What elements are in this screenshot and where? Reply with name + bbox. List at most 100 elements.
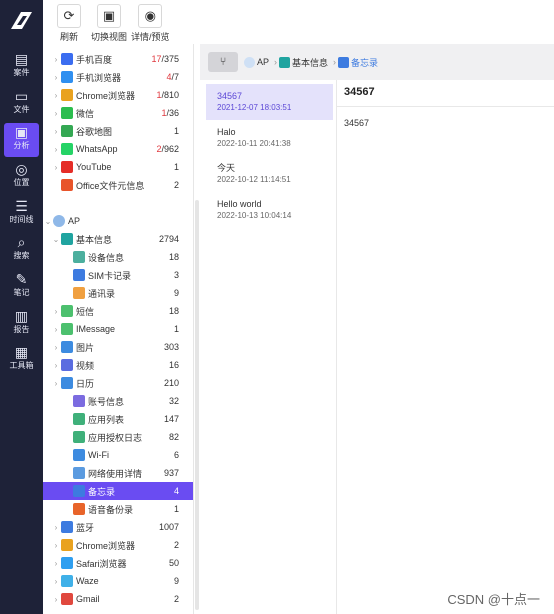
chevron-right-icon[interactable]: ›	[51, 91, 61, 100]
tree-item[interactable]: › IMessage 1	[43, 320, 193, 338]
tree-item[interactable]: › Chrome浏览器 1/810	[43, 86, 193, 104]
rail-item-files[interactable]: ▭ 文件	[0, 87, 43, 121]
chevron-right-icon[interactable]: ›	[51, 541, 61, 550]
tree-item[interactable]: Wi-Fi 6	[43, 446, 193, 464]
tree-item[interactable]: 应用列表 147	[43, 410, 193, 428]
chevron-right-icon[interactable]: ›	[51, 559, 61, 568]
app-icon	[61, 143, 73, 155]
tree-item[interactable]: › 视频 16	[43, 356, 193, 374]
breadcrumb: ⑂ AP › 基本信息 › 备忘录	[200, 44, 554, 80]
app-icon	[61, 161, 73, 173]
tree-item[interactable]: › 日历 210	[43, 374, 193, 392]
tree-item-count: 2794	[158, 234, 179, 244]
tree-item[interactable]: › 手机百度 17/375	[43, 50, 193, 68]
tree-item[interactable]: 网络使用详情 937	[43, 464, 193, 482]
tree-item-label: 视频	[76, 360, 95, 371]
list-item[interactable]: 今天 2022-10-12 11:14:51	[206, 156, 333, 192]
rail-item-notes[interactable]: ✎ 笔记	[0, 270, 43, 304]
tree-scrollbar[interactable]	[195, 200, 199, 610]
tree-item[interactable]: › YouTube 1	[43, 158, 193, 176]
tree-item[interactable]: 备忘录 4	[43, 482, 193, 500]
tree-item-label: IMessage	[76, 324, 116, 334]
location-icon: ◎	[15, 161, 28, 177]
tree-item-label: 图片	[76, 342, 95, 353]
chevron-right-icon[interactable]: ›	[51, 523, 61, 532]
detail-preview-button[interactable]: ◉ 详情/预览	[131, 4, 170, 43]
tree-item[interactable]: ⌄ 基本信息 2794	[43, 230, 193, 248]
tree-item[interactable]: 应用授权日志 82	[43, 428, 193, 446]
tree-item-count: 2	[173, 540, 179, 550]
refresh-button[interactable]: ⟳ 刷新	[57, 4, 81, 43]
chevron-right-icon[interactable]: ›	[51, 361, 61, 370]
list-item[interactable]: Hello world 2022-10-13 10:04:14	[206, 192, 333, 228]
tree-item[interactable]: › Waze 9	[43, 572, 193, 590]
chevron-right-icon[interactable]: ›	[51, 73, 61, 82]
report-icon: ▥	[14, 308, 29, 324]
tree-item-label: 微信	[76, 108, 95, 119]
tree-item[interactable]: 账号信息 32	[43, 392, 193, 410]
tree-item-label: 语音备份录	[88, 504, 134, 515]
tree-item-label: WhatsApp	[76, 144, 118, 154]
tree-item-label: Office文件元信息	[76, 180, 145, 191]
rail-item-search[interactable]: ⌕ 搜索	[0, 233, 43, 267]
rail-item-analysis[interactable]: ▣ 分析	[4, 123, 39, 157]
chevron-down-icon[interactable]: ⌄	[43, 217, 53, 226]
tree-item[interactable]: › 图片 303	[43, 338, 193, 356]
tree-item[interactable]: › 微信 1/36	[43, 104, 193, 122]
watermark: CSDN @十点一	[447, 592, 540, 607]
tree-item[interactable]: Office文件元信息 2	[43, 176, 193, 194]
list-item[interactable]: 34567 2021-12-07 18:03:51	[206, 84, 333, 120]
chevron-right-icon[interactable]: ›	[51, 343, 61, 352]
chevron-right-icon[interactable]: ›	[51, 109, 61, 118]
app-icon	[61, 377, 73, 389]
app-icon	[61, 323, 73, 335]
app-icon	[61, 53, 73, 65]
chevron-right-icon[interactable]: ›	[51, 163, 61, 172]
tree-item-label: 应用授权日志	[88, 432, 143, 443]
tree-item[interactable]: › 蓝牙 1007	[43, 518, 193, 536]
left-rail: ▤ 案件 ▭ 文件 ▣ 分析 ◎ 位置 ☰ 时间线 ⌕ 搜索 ✎ 笔记 ▥ 报告…	[0, 0, 43, 614]
tree-item[interactable]: 设备信息 18	[43, 248, 193, 266]
rail-item-toolbox[interactable]: ▦ 工具箱	[0, 343, 43, 377]
breadcrumb-device[interactable]: AP	[244, 56, 269, 68]
chevron-right-icon[interactable]: ›	[51, 307, 61, 316]
switch-view-button[interactable]: ▣ 切换视图	[91, 4, 127, 43]
app-icon	[61, 233, 73, 245]
tree-item[interactable]: › WhatsApp 2/962	[43, 140, 193, 158]
rail-item-case[interactable]: ▤ 案件	[0, 50, 43, 84]
tree-item-label: 应用列表	[88, 414, 125, 425]
chevron-right-icon[interactable]: ›	[51, 595, 61, 604]
toolbar: ⟳ 刷新 ▣ 切换视图 ◉ 详情/预览	[43, 0, 554, 44]
tree-item[interactable]: › 短信 18	[43, 302, 193, 320]
tree-item[interactable]: SIM卡记录 3	[43, 266, 193, 284]
tree-item[interactable]: › 谷歌地图 1	[43, 122, 193, 140]
rail-item-location[interactable]: ◎ 位置	[0, 160, 43, 194]
branch-icon[interactable]: ⑂	[208, 52, 238, 72]
tree-item[interactable]: › Gmail 2	[43, 590, 193, 608]
chevron-right-icon[interactable]: ›	[51, 55, 61, 64]
tree-item[interactable]: ⌄ AP	[43, 212, 193, 230]
tree-item-label: 手机浏览器	[76, 72, 122, 83]
tree-item[interactable]: 通讯录 9	[43, 284, 193, 302]
list-item[interactable]: Halo 2022-10-11 20:41:38	[206, 120, 333, 156]
chevron-right-icon[interactable]: ›	[51, 379, 61, 388]
tree-item[interactable]: › Chrome浏览器 2	[43, 536, 193, 554]
artifact-tree: › 手机百度 17/375 › 手机浏览器 4/7 › Chrome浏览器 1/810 › 微信 1/…	[43, 44, 194, 614]
breadcrumb-group[interactable]: 基本信息	[279, 56, 328, 69]
rail-item-timeline[interactable]: ☰ 时间线	[0, 197, 43, 231]
rail-item-report[interactable]: ▥ 报告	[0, 307, 43, 341]
chevron-right-icon[interactable]: ›	[51, 577, 61, 586]
app-icon	[61, 71, 73, 83]
timeline-icon: ☰	[15, 198, 28, 214]
tree-item[interactable]: › 手机浏览器 4/7	[43, 68, 193, 86]
tree-item-label: 网络使用详情	[88, 468, 143, 479]
tree-item[interactable]: 语音备份录 1	[43, 500, 193, 518]
chevron-right-icon[interactable]: ›	[51, 145, 61, 154]
chevron-down-icon[interactable]: ⌄	[51, 235, 61, 244]
tree-item[interactable]: › Safari浏览器 50	[43, 554, 193, 572]
chevron-right-icon[interactable]: ›	[51, 325, 61, 334]
tree-item-count: 18	[168, 252, 179, 262]
chevron-right-icon[interactable]: ›	[51, 127, 61, 136]
app-icon	[61, 539, 73, 551]
eye-icon: ◉	[138, 4, 163, 28]
